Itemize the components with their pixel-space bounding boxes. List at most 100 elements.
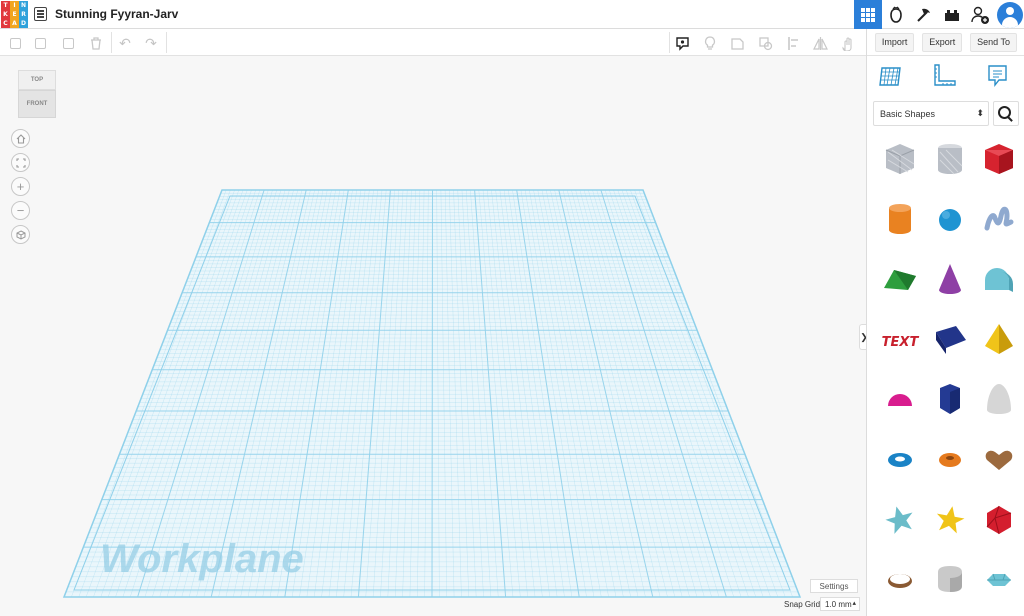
notes-panel-icon [988, 65, 1007, 87]
cone-icon [939, 264, 961, 294]
perspective-icon [16, 229, 25, 240]
home-view-button[interactable] [11, 129, 30, 148]
notes-tool-button[interactable] [985, 63, 1011, 89]
panel-tools [867, 63, 1024, 91]
shape-ring[interactable] [877, 554, 923, 606]
zoom-out-icon: − [16, 203, 25, 218]
snap-grid-label: Snap Grid [784, 600, 821, 609]
shape-box[interactable] [976, 134, 1022, 186]
user-avatar-icon[interactable] [997, 1, 1023, 28]
export-button[interactable]: Export [922, 32, 963, 52]
ruler-icon [934, 64, 956, 86]
svg-text:TEXT: TEXT [882, 335, 920, 350]
lego-bricks-icon [945, 9, 959, 21]
workplane-tool-button[interactable] [879, 63, 905, 89]
shape-gem[interactable] [976, 554, 1022, 606]
text-icon: TEXT [882, 335, 920, 350]
logo-letter: N [19, 1, 28, 10]
shape-scribble[interactable] [976, 194, 1022, 246]
shape-pyramid[interactable] [976, 314, 1022, 366]
shape-wedge[interactable] [927, 314, 973, 366]
shape-torus[interactable] [877, 434, 923, 486]
codeblocks-button[interactable] [910, 0, 938, 29]
round-roof-icon [985, 268, 1013, 292]
zoom-out-button[interactable]: − [11, 201, 30, 220]
gem-icon [987, 573, 1011, 586]
circuits-icon [890, 6, 902, 23]
duplicate-button[interactable] [58, 33, 78, 53]
box-hole-icon [885, 144, 915, 174]
mirror-button[interactable] [810, 33, 830, 53]
app-header: TINKERCAD Stunning Fyyran-Jarv [0, 0, 1024, 29]
duplicate-icon [62, 37, 74, 49]
cruise-button[interactable] [838, 33, 858, 53]
fit-view-button[interactable] [11, 153, 30, 172]
view-cube[interactable]: TOP FRONT [18, 70, 56, 118]
shape-text[interactable]: TEXT [877, 314, 923, 366]
star-yellow-icon [936, 506, 965, 534]
cylinder-icon [889, 204, 911, 234]
sphere-icon [939, 209, 961, 231]
polygon-icon [940, 384, 960, 414]
workplane-grid[interactable] [0, 56, 866, 616]
shape-icosahedron[interactable] [976, 494, 1022, 546]
shape-sphere[interactable] [927, 194, 973, 246]
edit-toolbar: ↶ ↷ [0, 29, 866, 56]
scribble-icon [984, 206, 1014, 231]
invite-user-button[interactable] [966, 0, 994, 29]
torus-icon [888, 453, 912, 467]
shape-star[interactable] [877, 494, 923, 546]
shape-tube[interactable] [927, 434, 973, 486]
shape-hole-button[interactable] [727, 33, 747, 53]
view-cube-front[interactable]: FRONT [18, 90, 56, 118]
shape-half-sphere[interactable] [877, 374, 923, 426]
shape-box-hole[interactable] [877, 134, 923, 186]
design-properties-icon[interactable] [34, 7, 47, 21]
group-button[interactable] [755, 33, 775, 53]
shape-paraboloid[interactable] [976, 374, 1022, 426]
copy-button[interactable] [5, 33, 25, 53]
shape-rounded-box[interactable] [927, 554, 973, 606]
shape-star-yellow[interactable] [927, 494, 973, 546]
workplane-settings-button[interactable]: Settings [810, 579, 858, 593]
shape-roof[interactable] [877, 254, 923, 306]
shape-polygon[interactable] [927, 374, 973, 426]
shape-cone[interactable] [927, 254, 973, 306]
paste-button[interactable] [30, 33, 50, 53]
view-cube-top[interactable]: TOP [18, 70, 56, 90]
lego-bricks-button[interactable] [938, 0, 966, 29]
shapes-panel: Import Export Send To Basic Shapes TEXT [866, 29, 1024, 616]
tinkercad-logo[interactable]: TINKERCAD [1, 1, 28, 28]
ruler-tool-button[interactable] [931, 63, 957, 89]
3d-design-view-button[interactable] [854, 0, 882, 29]
invite-user-icon [971, 6, 989, 24]
import-button[interactable]: Import [874, 32, 915, 52]
snap-grid-select[interactable]: 1.0 mm [820, 597, 860, 611]
notes-toggle-button[interactable] [672, 33, 692, 53]
circuits-button[interactable] [882, 0, 910, 29]
3d-design-view-icon [861, 7, 875, 22]
shape-heart[interactable] [976, 434, 1022, 486]
light-icon [704, 35, 716, 50]
align-button[interactable] [783, 33, 803, 53]
zoom-in-button[interactable]: + [11, 177, 30, 196]
delete-button[interactable] [86, 33, 106, 53]
ring-icon [888, 574, 912, 588]
hand-icon [842, 36, 852, 51]
shape-round-roof[interactable] [976, 254, 1022, 306]
send-to-button[interactable]: Send To [970, 32, 1018, 52]
header-nav [854, 0, 1024, 29]
shape-search-button[interactable] [993, 101, 1019, 126]
perspective-button[interactable] [11, 225, 30, 244]
shape-cylinder[interactable] [877, 194, 923, 246]
redo-button[interactable]: ↷ [141, 33, 161, 53]
logo-letter: A [10, 19, 19, 28]
design-title[interactable]: Stunning Fyyran-Jarv [55, 7, 178, 21]
light-button[interactable] [700, 33, 720, 53]
shape-cylinder-hole[interactable] [927, 134, 973, 186]
star-icon [885, 506, 913, 534]
undo-button[interactable]: ↶ [115, 33, 135, 53]
shape-category-select[interactable]: Basic Shapes [873, 101, 989, 126]
workplane-icon [879, 67, 901, 86]
pyramid-icon [985, 324, 1013, 354]
